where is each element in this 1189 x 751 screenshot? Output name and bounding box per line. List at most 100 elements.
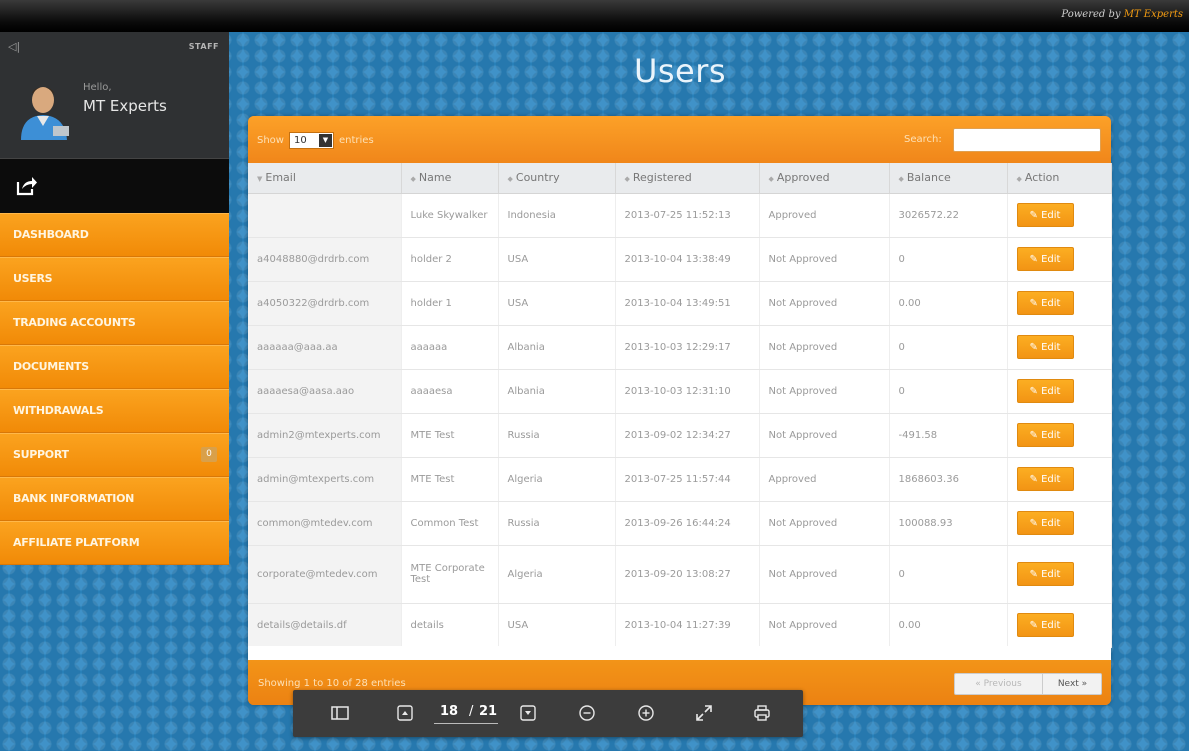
table-row: Luke Skywalker Indonesia 2013-07-25 11:5… [248,193,1112,238]
pencil-icon: ✎ [1029,518,1042,529]
pencil-icon: ✎ [1029,474,1042,485]
edit-button[interactable]: ✎ Edit [1016,423,1074,447]
pencil-icon: ✎ [1029,254,1042,265]
sidebar-item-trading-accounts[interactable]: TRADING ACCOUNTS [0,301,229,345]
sidebar-item-support[interactable]: SUPPORT 0 [0,433,229,477]
search-input[interactable] [953,128,1101,152]
column-header-email[interactable]: ▼ Email [248,163,402,194]
edit-button[interactable]: ✎ Edit [1016,562,1074,586]
page-down-icon[interactable] [518,703,538,723]
cell-name: MTE Test [401,457,499,502]
sidebar-item-label: DOCUMENTS [13,360,89,373]
cell-registered: 2013-10-04 11:27:39 [615,603,760,648]
share-icon[interactable] [16,176,38,196]
cell-action: ✎ Edit [1007,413,1112,458]
user-profile: Hello, MT Experts [0,60,229,158]
fullscreen-icon[interactable] [694,703,714,723]
cell-country: Algeria [498,457,616,502]
cell-name: aaaaaa [401,325,499,370]
sidebar-item-bank-information[interactable]: BANK INFORMATION [0,477,229,521]
cell-email: a4050322@drdrb.com [248,281,402,326]
sidebar-item-users[interactable]: USERS [0,257,229,301]
page-title: Users [633,52,727,90]
users-panel: Show 10 ▼ entries Search: ▼ Email ◆ Name ◆… [248,116,1112,705]
page-current[interactable]: 18 [434,704,464,719]
cell-country: Russia [498,413,616,458]
column-header-name[interactable]: ◆ Name [401,163,499,194]
sidebar-item-affiliate-platform[interactable]: AFFILIATE PLATFORM [0,521,229,565]
cell-approved: Not Approved [759,237,890,282]
pencil-icon: ✎ [1029,620,1042,631]
next-page-button[interactable]: Next » [1044,674,1101,694]
sort-icon: ◆ [624,175,630,184]
sidebar-item-withdrawals[interactable]: WITHDRAWALS [0,389,229,433]
cell-action: ✎ Edit [1007,281,1112,326]
entries-select[interactable]: 10 ▼ [289,132,334,149]
cell-email: corporate@mtedev.com [248,545,402,604]
cell-email: a4048880@drdrb.com [248,237,402,282]
edit-button[interactable]: ✎ Edit [1016,247,1074,271]
cell-country: Algeria [498,545,616,604]
table-row: a4048880@drdrb.com holder 2 USA 2013-10-… [248,237,1112,282]
cell-balance: 3026572.22 [889,193,1008,238]
powered-by: Powered by MT Experts [1061,9,1183,20]
previous-page-button[interactable]: « Previous [955,674,1043,694]
column-header-action[interactable]: ◆ Action [1007,163,1112,194]
edit-button[interactable]: ✎ Edit [1016,511,1074,535]
column-header-country[interactable]: ◆ Country [498,163,616,194]
avatar-icon [21,87,69,140]
cell-registered: 2013-07-25 11:57:44 [615,457,760,502]
cell-email: admin2@mtexperts.com [248,413,402,458]
cell-country: USA [498,281,616,326]
cell-registered: 2013-09-02 12:34:27 [615,413,760,458]
cell-approved: Not Approved [759,325,890,370]
zoom-in-icon[interactable] [636,703,656,723]
edit-button[interactable]: ✎ Edit [1016,335,1074,359]
entries-value: 10 [294,135,307,146]
chevron-down-icon: ▼ [319,134,332,147]
table-bottom-spacer [248,646,1111,660]
cell-registered: 2013-07-25 11:52:13 [615,193,760,238]
page-up-icon[interactable] [395,703,415,723]
edit-button[interactable]: ✎ Edit [1016,379,1074,403]
cell-action: ✎ Edit [1007,603,1112,648]
sidebar-item-label: USERS [13,272,53,285]
zoom-out-icon[interactable] [577,703,597,723]
edit-button[interactable]: ✎ Edit [1016,203,1074,227]
print-icon[interactable] [752,703,772,723]
entries-label: entries [339,135,374,146]
show-label: Show [257,135,284,146]
cell-email: admin@mtexperts.com [248,457,402,502]
sidebar-item-documents[interactable]: DOCUMENTS [0,345,229,389]
cell-action: ✎ Edit [1007,545,1112,604]
column-header-registered[interactable]: ◆ Registered [615,163,760,194]
column-header-balance[interactable]: ◆ Balance [889,163,1008,194]
table-row: details@details.df details USA 2013-10-0… [248,603,1112,648]
edit-button[interactable]: ✎ Edit [1016,467,1074,491]
hello-label: Hello, [83,82,112,93]
cell-balance: 0 [889,237,1008,282]
sidebar-item-dashboard[interactable]: DASHBOARD [0,213,229,257]
column-header-approved[interactable]: ◆ Approved [759,163,890,194]
staff-label: STAFF [188,42,219,51]
cell-name: aaaaesa [401,369,499,414]
cell-balance: 0.00 [889,281,1008,326]
support-badge: 0 [201,447,217,462]
cell-name: details [401,603,499,648]
sidebar-item-label: TRADING ACCOUNTS [13,316,136,329]
cell-country: Russia [498,501,616,546]
search-label: Search: [904,134,942,145]
users-table: ▼ Email ◆ Name ◆ Country ◆ Registered ◆ Appro… [248,163,1112,648]
collapse-sidebar-icon[interactable]: ◁| [8,40,20,53]
cell-name: Common Test [401,501,499,546]
edit-button[interactable]: ✎ Edit [1016,291,1074,315]
user-name: MT Experts [83,97,167,115]
sidebar-item-label: DASHBOARD [13,228,89,241]
sort-desc-icon: ▼ [257,175,263,184]
cell-registered: 2013-10-04 13:49:51 [615,281,760,326]
sort-icon: ◆ [507,175,513,184]
sidebar-toggle-icon[interactable] [330,703,350,723]
cell-name: Luke Skywalker [401,193,499,238]
edit-button[interactable]: ✎ Edit [1016,613,1074,637]
cell-email: aaaaesa@aasa.aao [248,369,402,414]
